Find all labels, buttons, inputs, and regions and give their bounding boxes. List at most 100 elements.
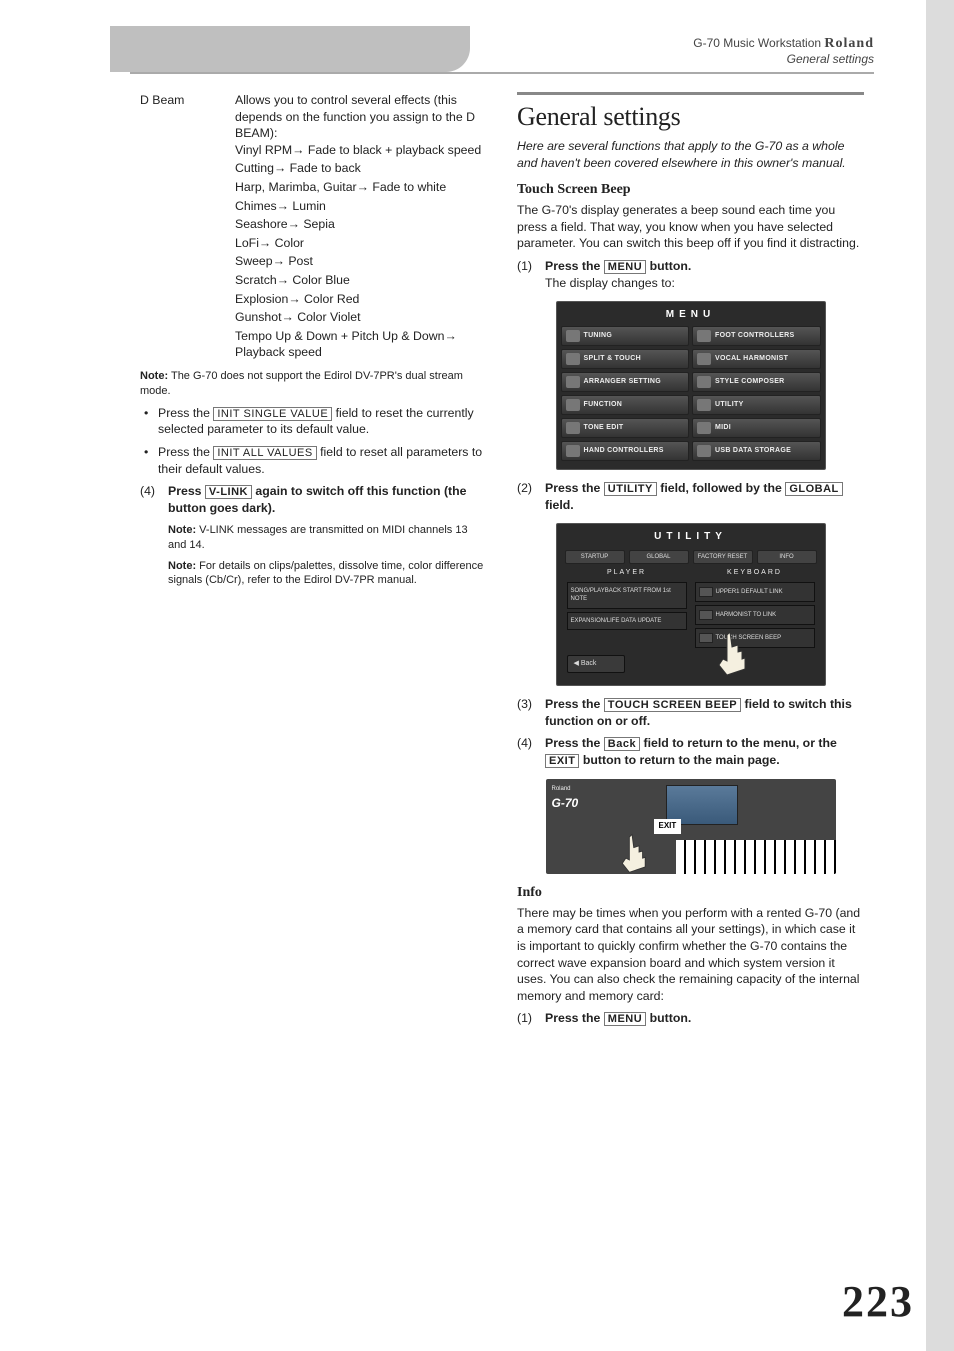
menu-item-label: FUNCTION [584, 400, 623, 409]
utility-item[interactable]: UPPER1 DEFAULT LINK [695, 582, 815, 602]
touch-description: The G-70's display generates a beep soun… [517, 202, 864, 252]
bullet-dot: • [140, 444, 158, 477]
step-1-sub: The display changes to: [545, 275, 864, 292]
dbeam-mapping: Vinyl RPM→ Fade to black + playback spee… [235, 142, 487, 159]
utility-back-button[interactable]: ◀ Back [567, 655, 625, 672]
menu-item-icon [566, 376, 580, 388]
header-section: General settings [693, 52, 874, 66]
screenshot-utility: UTILITY STARTUPGLOBALFACTORY RESETINFO P… [556, 523, 826, 685]
heading-info: Info [517, 884, 864, 903]
menu-item-icon [566, 330, 580, 342]
dbeam-mapping: Scratch→ Color Blue [235, 272, 487, 289]
step-3-number: (3) [517, 696, 545, 729]
field-utility[interactable]: UTILITY [604, 482, 657, 496]
right-column: General settings Here are several functi… [517, 92, 864, 1027]
step-4-number: (4) [140, 483, 168, 588]
menu-item-label: ARRANGER SETTING [584, 377, 662, 386]
button-vlink[interactable]: V-LINK [205, 485, 252, 499]
dbeam-mapping: Sweep→ Post [235, 253, 487, 270]
note-vlink-channels: Note: V-LINK messages are transmitted on… [168, 523, 487, 553]
step-4-number: (4) [517, 735, 545, 769]
button-menu[interactable]: MENU [604, 1012, 646, 1026]
button-exit[interactable]: EXIT [545, 754, 579, 768]
utility-item[interactable]: SONG/PLAYBACK START FROM 1st NOTE [567, 582, 687, 608]
note-label: Note: [140, 370, 168, 382]
note-clips-palettes: Note: For details on clips/palettes, dis… [168, 559, 487, 589]
pointing-hand-icon [610, 830, 654, 874]
menu-item-label: FOOT CONTROLLERS [715, 331, 794, 340]
menu-item[interactable]: USB DATA STORAGE [692, 441, 821, 461]
info-description: There may be times when you perform with… [517, 905, 864, 1005]
menu-item-icon [566, 445, 580, 457]
utility-keyboard-heading: KEYBOARD [695, 566, 815, 579]
heading-touch-screen-beep: Touch Screen Beep [517, 181, 864, 200]
menu-item[interactable]: VOCAL HARMONIST [692, 349, 821, 369]
header-rule [130, 72, 874, 74]
menu-item-icon [697, 422, 711, 434]
menu-item-icon [697, 445, 711, 457]
menu-item-label: TUNING [584, 331, 613, 340]
field-back[interactable]: Back [604, 737, 640, 751]
menu-item-icon [697, 330, 711, 342]
utility-tab[interactable]: GLOBAL [629, 550, 689, 564]
button-menu[interactable]: MENU [604, 260, 646, 274]
step-4-text: Press V-LINK again to switch off this fu… [168, 483, 487, 588]
menu-item-icon [697, 399, 711, 411]
field-init-single-value[interactable]: INIT SINGLE VALUE [213, 407, 332, 421]
panel-model: G-70 [552, 795, 579, 811]
dbeam-mapping: Chimes→ Lumin [235, 198, 487, 215]
dbeam-mappings: Vinyl RPM→ Fade to black + playback spee… [235, 142, 487, 361]
dbeam-mapping: Explosion→ Color Red [235, 291, 487, 308]
running-header: G-70 Music Workstation Roland General se… [693, 36, 874, 66]
dbeam-mapping: LoFi→ Color [235, 235, 487, 252]
menu-item[interactable]: HAND CONTROLLERS [561, 441, 690, 461]
step-2-number: (2) [517, 480, 545, 513]
utility-tab[interactable]: INFO [757, 550, 817, 564]
menu-item-icon [566, 399, 580, 411]
dbeam-label: D Beam [140, 92, 235, 363]
field-global[interactable]: GLOBAL [785, 482, 842, 496]
menu-item[interactable]: TUNING [561, 326, 690, 346]
menu-item[interactable]: UTILITY [692, 395, 821, 415]
menu-item-label: TONE EDIT [584, 423, 624, 432]
utility-tab[interactable]: FACTORY RESET [693, 550, 753, 564]
step-4-text: Press the Back field to return to the me… [545, 735, 864, 769]
screenshot-menu: MENU TUNING FOOT CONTROLLERS SPLIT & TOUCH… [556, 301, 826, 470]
dbeam-mapping: Seashore→ Sepia [235, 216, 487, 233]
info-step-1-text: Press the MENU button. [545, 1010, 864, 1027]
menu-item[interactable]: MIDI [692, 418, 821, 438]
menu-item[interactable]: FUNCTION [561, 395, 690, 415]
pointing-hand-icon [705, 627, 755, 677]
menu-item-icon [566, 422, 580, 434]
bullet-dot: • [140, 405, 158, 438]
note-text: The G-70 does not support the Edirol DV-… [140, 370, 463, 397]
left-column: D Beam Allows you to control several eff… [140, 92, 487, 1027]
menu-item-label: HAND CONTROLLERS [584, 446, 664, 455]
header-brand: Roland [824, 36, 874, 51]
step-3-text: Press the TOUCH SCREEN BEEP field to swi… [545, 696, 864, 729]
menu-item-label: VOCAL HARMONIST [715, 354, 788, 363]
screenshot-hardware-panel: Roland G-70 EXIT [546, 779, 836, 874]
utility-tab[interactable]: STARTUP [565, 550, 625, 564]
toggle-icon [699, 610, 713, 620]
menu-item-label: SPLIT & TOUCH [584, 354, 641, 363]
info-step-1-number: (1) [517, 1010, 545, 1027]
step-2-text: Press the UTILITY field, followed by the… [545, 480, 864, 513]
menu-item[interactable]: SPLIT & TOUCH [561, 349, 690, 369]
step-1-number: (1) [517, 258, 545, 291]
menu-item[interactable]: TONE EDIT [561, 418, 690, 438]
dbeam-mapping: Cutting→ Fade to back [235, 160, 487, 177]
dbeam-mapping: Harp, Marimba, Guitar→ Fade to white [235, 179, 487, 196]
menu-screen-title: MENU [561, 306, 821, 326]
utility-item[interactable]: HARMONIST TO LINK [695, 605, 815, 625]
lede-text: Here are several functions that apply to… [517, 138, 864, 171]
field-init-all-values[interactable]: INIT ALL VALUES [213, 446, 316, 460]
menu-item[interactable]: FOOT CONTROLLERS [692, 326, 821, 346]
utility-item[interactable]: EXPANSION/LIFE DATA UPDATE [567, 612, 687, 630]
menu-item-icon [697, 376, 711, 388]
menu-item[interactable]: STYLE COMPOSER [692, 372, 821, 392]
menu-item-label: STYLE COMPOSER [715, 377, 785, 386]
utility-player-heading: PLAYER [567, 566, 687, 579]
field-touch-screen-beep[interactable]: TOUCH SCREEN BEEP [604, 698, 741, 712]
menu-item[interactable]: ARRANGER SETTING [561, 372, 690, 392]
